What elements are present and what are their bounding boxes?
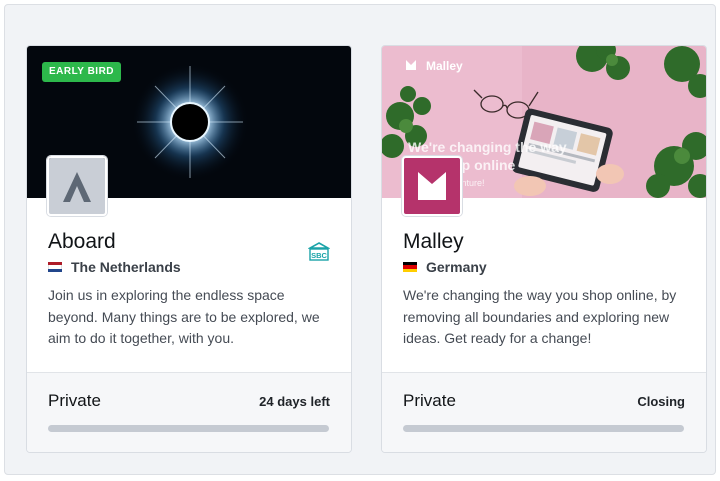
country-label: Germany xyxy=(426,259,487,275)
banner-brand-name: Malley xyxy=(426,59,463,73)
closing-status-label: Closing xyxy=(637,394,685,409)
card-footer: Private Closing xyxy=(382,372,706,452)
investment-type: Private xyxy=(48,391,101,410)
campaign-list-panel: EARLY BIRD Aboard The Netherlands SBC Jo… xyxy=(4,4,716,475)
campaign-description: We're changing the way you shop online, … xyxy=(403,287,677,346)
campaign-name: Aboard xyxy=(48,230,116,253)
time-left-label: 24 days left xyxy=(259,394,330,409)
funding-progress-bar xyxy=(48,425,329,432)
country-label: The Netherlands xyxy=(71,259,181,275)
germany-flag-icon xyxy=(403,262,417,272)
campaign-name: Malley xyxy=(403,230,464,253)
funding-progress-bar xyxy=(403,425,684,432)
early-bird-badge: EARLY BIRD xyxy=(42,62,122,82)
netherlands-flag-icon xyxy=(48,262,62,272)
campaign-card-malley[interactable]: Malley We're changing the way you shop o… xyxy=(381,45,707,453)
card-footer: Private 24 days left xyxy=(27,372,351,452)
campaign-description: Join us in exploring the endless space b… xyxy=(48,287,320,346)
company-logo-malley xyxy=(402,156,462,216)
svg-text:SBC: SBC xyxy=(311,251,327,260)
campaign-country: Germany xyxy=(403,259,487,275)
banner-headline-line1: We're changing the way xyxy=(408,139,567,155)
campaign-country: The Netherlands xyxy=(48,259,181,275)
company-logo-aboard xyxy=(47,156,107,216)
campaign-card-aboard[interactable]: EARLY BIRD Aboard The Netherlands SBC Jo… xyxy=(26,45,352,453)
investment-type: Private xyxy=(403,391,456,410)
sbc-icon: SBC xyxy=(308,242,330,261)
